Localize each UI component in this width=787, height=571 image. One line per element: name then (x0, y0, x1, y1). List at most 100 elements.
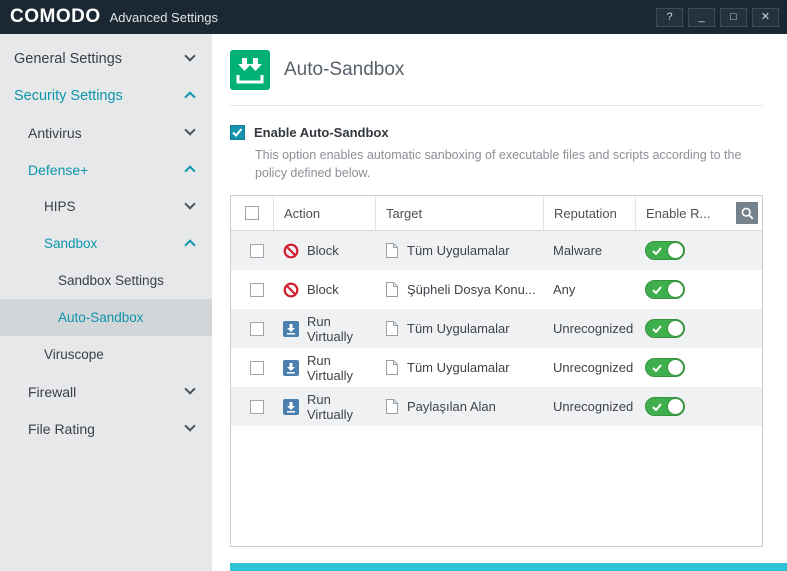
enable-rule-toggle[interactable] (645, 319, 685, 338)
row-checkbox[interactable] (250, 400, 264, 414)
target-label: Tüm Uygulamalar (407, 360, 510, 375)
file-icon (385, 398, 399, 415)
table-row[interactable]: Run Virtually Paylaşılan Alan Unrecogniz… (231, 387, 762, 426)
sidebar-item-firewall[interactable]: Firewall (0, 373, 212, 410)
window-title: Advanced Settings (110, 10, 218, 25)
comodo-logo: COMODO (10, 6, 101, 28)
enable-rule-toggle[interactable] (645, 280, 685, 299)
sidebar-item-label: File Rating (28, 421, 95, 437)
reputation-label: Unrecognized (553, 321, 633, 336)
chevron-icon (184, 198, 195, 209)
header-divider (230, 105, 763, 106)
sidebar-item-antivirus[interactable]: Antivirus (0, 114, 212, 151)
sidebar-item-sandbox-settings[interactable]: Sandbox Settings (0, 262, 212, 299)
magnifier-icon (740, 206, 755, 221)
toggle-check-icon (652, 325, 662, 333)
toggle-knob (668, 360, 683, 375)
chevron-icon (184, 383, 195, 394)
sidebar-item-sandbox[interactable]: Sandbox (0, 225, 212, 262)
file-icon (385, 281, 399, 298)
enable-rule-toggle[interactable] (645, 358, 685, 377)
sidebar-item-file-rating[interactable]: File Rating (0, 410, 212, 447)
sidebar-item-label: Security Settings (14, 88, 123, 104)
row-checkbox[interactable] (250, 244, 264, 258)
chevron-icon (184, 165, 195, 176)
toggle-knob (668, 243, 683, 258)
action-label: Run Virtually (307, 392, 375, 422)
reputation-label: Malware (553, 243, 602, 258)
file-icon (385, 242, 399, 259)
description-text: This option enables automatic sanboxing … (255, 146, 760, 182)
maximize-button[interactable]: □ (720, 8, 747, 27)
row-checkbox[interactable] (250, 322, 264, 336)
run-virtually-icon (283, 399, 299, 415)
table-header: Action Target Reputation Enable R... (231, 196, 762, 231)
titlebar: COMODO Advanced Settings ? _ □ ✕ (0, 0, 787, 34)
sidebar-item-label: Antivirus (28, 125, 82, 141)
enable-auto-sandbox-row: Enable Auto-Sandbox (230, 125, 763, 140)
auto-sandbox-icon (230, 50, 270, 90)
row-checkbox[interactable] (250, 361, 264, 375)
action-label: Run Virtually (307, 314, 375, 344)
minimize-button[interactable]: _ (688, 8, 715, 27)
action-label: Run Virtually (307, 353, 375, 383)
run-virtually-icon (283, 321, 299, 337)
target-label: Şüpheli Dosya Konu... (407, 282, 536, 297)
sidebar-item-hips[interactable]: HIPS (0, 188, 212, 225)
column-header-reputation: Reputation (543, 196, 635, 230)
reputation-label: Any (553, 282, 575, 297)
table-row[interactable]: Run Virtually Tüm Uygulamalar Unrecogniz… (231, 348, 762, 387)
sidebar-item-label: HIPS (44, 199, 76, 214)
target-label: Paylaşılan Alan (407, 399, 496, 414)
search-button[interactable] (736, 202, 758, 224)
column-header-enable-label: Enable R... (646, 206, 710, 221)
sidebar-item-label: Firewall (28, 384, 76, 400)
sidebar-item-general-settings[interactable]: General Settings (0, 40, 212, 77)
table-row[interactable]: Block Şüpheli Dosya Konu... Any (231, 270, 762, 309)
toggle-knob (668, 399, 683, 414)
sidebar: General Settings Security Settings Antiv… (0, 34, 212, 571)
reputation-label: Unrecognized (553, 360, 633, 375)
reputation-label: Unrecognized (553, 399, 633, 414)
select-all-checkbox[interactable] (245, 206, 259, 220)
window-controls: ? _ □ ✕ (656, 8, 779, 27)
sidebar-item-label: General Settings (14, 51, 122, 67)
page-header: Auto-Sandbox (230, 50, 763, 90)
file-icon (385, 320, 399, 337)
sidebar-item-label: Defense+ (28, 162, 88, 178)
toggle-check-icon (652, 403, 662, 411)
file-icon (385, 359, 399, 376)
enable-auto-sandbox-label: Enable Auto-Sandbox (254, 125, 389, 140)
rules-table: Action Target Reputation Enable R... (230, 195, 763, 547)
enable-auto-sandbox-checkbox[interactable] (230, 125, 245, 140)
table-row[interactable]: Run Virtually Tüm Uygulamalar Unrecogniz… (231, 309, 762, 348)
chevron-icon (184, 239, 195, 250)
sidebar-item-viruscope[interactable]: Viruscope (0, 336, 212, 373)
header-checkbox-cell (231, 196, 273, 230)
block-icon (283, 282, 299, 298)
toggle-knob (668, 282, 683, 297)
toggle-knob (668, 321, 683, 336)
sidebar-item-label: Sandbox Settings (58, 273, 164, 288)
toggle-check-icon (652, 364, 662, 372)
chevron-icon (184, 420, 195, 431)
bottom-scroll-strip (230, 563, 787, 571)
close-button[interactable]: ✕ (752, 8, 779, 27)
action-label: Block (307, 243, 339, 258)
sidebar-item-label: Viruscope (44, 347, 104, 362)
run-virtually-icon (283, 360, 299, 376)
sidebar-item-label: Auto-Sandbox (58, 310, 144, 325)
enable-rule-toggle[interactable] (645, 241, 685, 260)
sidebar-item-defense[interactable]: Defense+ (0, 151, 212, 188)
block-icon (283, 243, 299, 259)
target-label: Tüm Uygulamalar (407, 243, 510, 258)
action-label: Block (307, 282, 339, 297)
toggle-check-icon (652, 286, 662, 294)
sidebar-item-auto-sandbox[interactable]: Auto-Sandbox (0, 299, 212, 336)
sidebar-item-label: Sandbox (44, 236, 97, 251)
row-checkbox[interactable] (250, 283, 264, 297)
help-button[interactable]: ? (656, 8, 683, 27)
table-row[interactable]: Block Tüm Uygulamalar Malware (231, 231, 762, 270)
sidebar-item-security-settings[interactable]: Security Settings (0, 77, 212, 114)
enable-rule-toggle[interactable] (645, 397, 685, 416)
